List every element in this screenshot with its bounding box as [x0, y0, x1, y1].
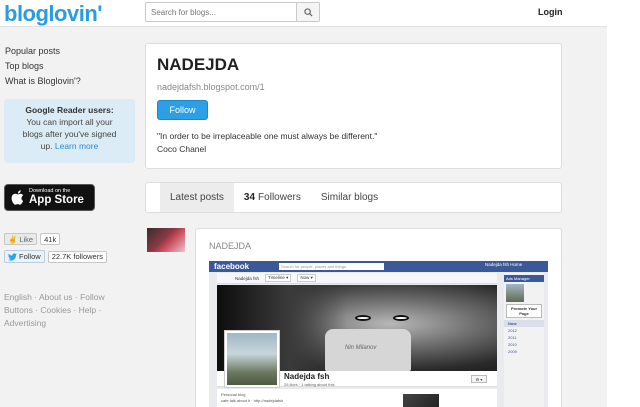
- fb-profile-picture: [225, 331, 279, 387]
- google-reader-box: Google Reader users: You can import all …: [4, 99, 135, 163]
- blog-profile-card: NADEJDA nadejdafsh.blogspot.com/1 Follow…: [145, 43, 562, 169]
- fb-right-sidebar: Ads Manager Promote Your Page Now 2012 2…: [504, 273, 544, 407]
- fb-user: Nadejda fsh Home: [485, 262, 523, 267]
- twitter-follower-count: 22.7K followers: [47, 250, 107, 263]
- fb-year-item: 2010: [508, 342, 517, 347]
- search-box: [145, 2, 320, 22]
- fb-year-item: 2011: [508, 335, 517, 340]
- profile-tabs: Latest posts 34 Followers Similar blogs: [145, 182, 562, 213]
- fb-info-section: Personal blog cafe talk about it · http:…: [217, 389, 497, 407]
- right-margin: [607, 0, 640, 407]
- facebook-like-button[interactable]: ✌ Like: [4, 233, 38, 245]
- fb-nav-now: Now ▾: [297, 274, 316, 282]
- fb-year-item: Now: [504, 320, 544, 327]
- like-label: Like: [19, 234, 34, 244]
- fb-nav-timeline: Timeline ▾: [265, 274, 292, 282]
- fb-side-promo: Promote Your Page: [506, 304, 542, 318]
- tab-similar-blogs[interactable]: Similar blogs: [311, 183, 388, 212]
- app-store-badge[interactable]: Download on the App Store: [4, 184, 95, 211]
- fb-nav-name: Nadejda fsh: [235, 275, 260, 281]
- footer-links[interactable]: English · About us · Follow Buttons · Co…: [4, 291, 134, 330]
- fb-brand: facebook: [214, 262, 250, 271]
- followers-count: 34: [243, 192, 256, 203]
- fb-top-bar: facebook Search for people, places and t…: [209, 261, 548, 272]
- tab-latest-posts[interactable]: Latest posts: [160, 183, 234, 212]
- google-reader-title: Google Reader users:: [25, 105, 114, 115]
- post-card: NADEJDA facebook Search for people, plac…: [195, 228, 562, 407]
- fb-year-item: 2012: [508, 328, 517, 333]
- facebook-like-widget: ✌ Like 41k: [4, 233, 61, 245]
- fb-page-name: Nadejda fsh: [284, 372, 330, 381]
- blog-url[interactable]: nadejdafsh.blogspot.com/1: [157, 82, 265, 92]
- thumbs-up-icon: ✌: [8, 234, 18, 244]
- twitter-follow-button[interactable]: Follow: [4, 250, 45, 263]
- bloglovin-logo[interactable]: bloglovin': [4, 1, 103, 27]
- fb-photo-thumb: [403, 394, 439, 407]
- twitter-bird-icon: [8, 252, 17, 261]
- fb-page-likes: 25 likes · 1 talking about this: [284, 382, 335, 387]
- followers-label: Followers: [258, 192, 301, 203]
- left-nav: Popular posts Top blogs What is Bloglovi…: [5, 44, 81, 89]
- apple-icon: [5, 190, 29, 205]
- fb-year-item: 2009: [508, 349, 517, 354]
- nav-top-blogs[interactable]: Top blogs: [5, 59, 81, 74]
- search-input[interactable]: [146, 3, 297, 21]
- learn-more-link[interactable]: Learn more: [55, 141, 98, 151]
- fb-search-box: Search for people, places and things: [279, 263, 384, 270]
- post-title[interactable]: NADEJDA: [209, 241, 251, 251]
- twitter-follow-label: Follow: [19, 252, 41, 261]
- tab-followers[interactable]: 34 Followers: [234, 183, 311, 212]
- blog-name: NADEJDA: [157, 55, 240, 74]
- fb-settings-gear-icon: ⚙ ▾: [471, 375, 487, 383]
- fb-cover-signature: Nin Milanov: [345, 345, 377, 351]
- blog-avatar[interactable]: [147, 228, 185, 252]
- follow-button[interactable]: Follow: [157, 100, 208, 120]
- app-store-big-text: App Store: [29, 194, 84, 206]
- nav-what-is-bloglovin[interactable]: What is Bloglovin'?: [5, 74, 81, 89]
- fb-side-photo: [506, 284, 524, 302]
- search-icon: [303, 7, 313, 17]
- login-link[interactable]: Login: [538, 7, 563, 17]
- fb-info-line2: cafe talk about it · http://nadejdafsh: [221, 398, 284, 403]
- like-count: 41k: [40, 233, 61, 245]
- blog-description: "In order to be irreplaceable one must a…: [157, 130, 377, 156]
- post-image-facebook-screenshot[interactable]: facebook Search for people, places and t…: [209, 261, 548, 407]
- top-bar: bloglovin' Login: [0, 0, 607, 27]
- fb-side-header: Ads Manager: [504, 275, 544, 282]
- nav-popular-posts[interactable]: Popular posts: [5, 44, 81, 59]
- blog-quote: "In order to be irreplaceable one must a…: [157, 131, 378, 141]
- fb-timeline-nav: Nadejda fsh Timeline ▾ Now ▾: [217, 273, 497, 284]
- search-button[interactable]: [296, 3, 319, 21]
- twitter-follow-widget: Follow 22.7K followers: [4, 250, 107, 263]
- blog-quote-author: Coco Chanel: [157, 144, 207, 154]
